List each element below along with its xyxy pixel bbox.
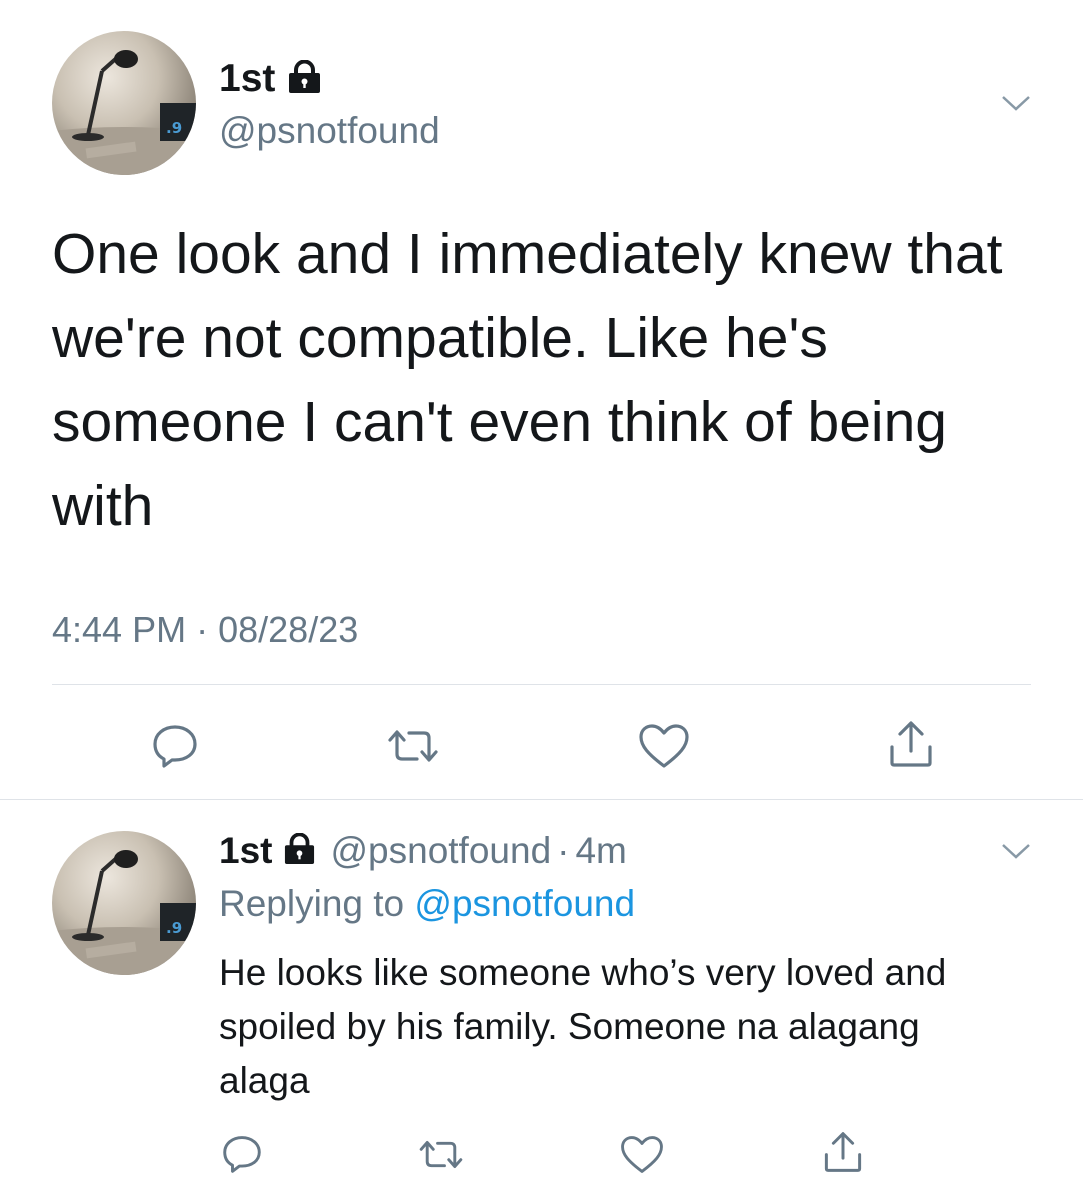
tweet-text: One look and I immediately knew that we'… — [52, 222, 1003, 538]
lock-icon — [283, 832, 316, 869]
divider — [52, 684, 1031, 685]
share-icon[interactable] — [815, 1126, 871, 1178]
separator-dot: · — [557, 830, 570, 871]
tweet-text: He looks like someone who’s very loved a… — [219, 952, 947, 1101]
retweet-icon[interactable] — [413, 1130, 469, 1178]
main-tweet: .9 1st @psnotfound One look and I immedi… — [0, 0, 1083, 800]
svg-text:.9: .9 — [166, 119, 182, 137]
lock-icon — [287, 59, 322, 98]
timestamp: 4:44 PM · 08/28/23 — [52, 609, 358, 651]
svg-text:.9: .9 — [166, 919, 182, 937]
reply-header: 1st @psnotfound · 4m — [219, 828, 627, 874]
like-icon[interactable] — [614, 1130, 670, 1178]
tweet-time: 4:44 PM — [52, 609, 187, 650]
retweet-icon[interactable] — [380, 716, 446, 776]
like-icon[interactable] — [631, 716, 697, 776]
avatar[interactable]: .9 — [52, 31, 196, 175]
reply-icon[interactable] — [145, 716, 205, 776]
display-name[interactable]: 1st — [219, 830, 272, 872]
tweet-age: 4m — [575, 830, 627, 871]
separator-dot: · — [196, 609, 209, 650]
reply-icon[interactable] — [217, 1130, 267, 1178]
avatar[interactable]: .9 — [52, 831, 196, 975]
replying-to: Replying to @psnotfound — [219, 883, 635, 925]
display-name-row: 1st — [219, 56, 322, 102]
handle[interactable]: @psnotfound — [330, 830, 551, 872]
reply-tweet[interactable]: .9 1st @psnotfound · 4m Replying to @psn… — [0, 800, 1083, 1200]
display-name[interactable]: 1st — [219, 57, 275, 101]
replying-prefix: Replying to — [219, 883, 405, 924]
replying-to-link[interactable]: @psnotfound — [414, 883, 635, 924]
chevron-down-icon[interactable] — [1001, 94, 1031, 117]
chevron-down-icon[interactable] — [1001, 842, 1031, 865]
tweet-date: 08/28/23 — [218, 609, 359, 650]
handle[interactable]: @psnotfound — [219, 110, 440, 152]
share-icon[interactable] — [878, 712, 944, 776]
